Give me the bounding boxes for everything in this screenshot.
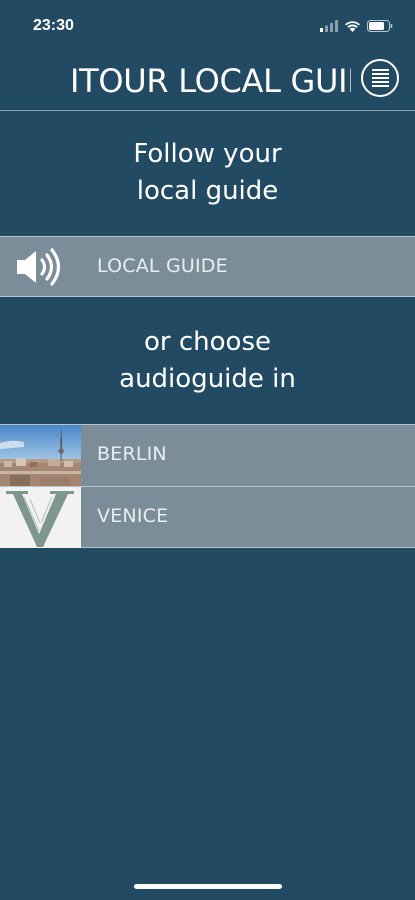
venice-logo-thumbnail — [0, 487, 81, 548]
city-label-venice: VENICE — [97, 505, 169, 527]
city-label-berlin: BERLIN — [97, 443, 167, 465]
app-header: ITOUR LOCAL GUIDE — [0, 52, 415, 111]
wifi-icon — [345, 21, 360, 32]
choose-line-1: or choose — [144, 327, 271, 357]
local-guide-label: LOCAL GUIDE — [97, 255, 228, 277]
choose-heading: or choose audioguide in — [0, 324, 415, 398]
berlin-skyline-thumbnail — [0, 425, 81, 486]
city-row-berlin[interactable]: BERLIN — [0, 424, 415, 486]
battery-icon — [367, 20, 393, 32]
choose-line-2: audioguide in — [119, 364, 296, 394]
menu-button[interactable] — [361, 59, 399, 97]
intro-line-2: local guide — [136, 176, 279, 206]
status-time: 23:30 — [33, 17, 74, 34]
intro-line-1: Follow your — [133, 139, 282, 169]
home-indicator[interactable] — [134, 884, 282, 889]
speaker-icon — [17, 248, 61, 286]
hamburger-menu-icon — [371, 69, 389, 87]
local-guide-button[interactable]: LOCAL GUIDE — [0, 236, 415, 297]
app-title: ITOUR LOCAL GUIDE — [70, 62, 351, 100]
status-icons — [320, 19, 393, 33]
city-row-venice[interactable]: VENICE — [0, 486, 415, 548]
intro-heading: Follow your local guide — [0, 136, 415, 210]
status-bar: 23:30 — [0, 0, 415, 52]
cellular-signal-icon — [320, 20, 338, 32]
